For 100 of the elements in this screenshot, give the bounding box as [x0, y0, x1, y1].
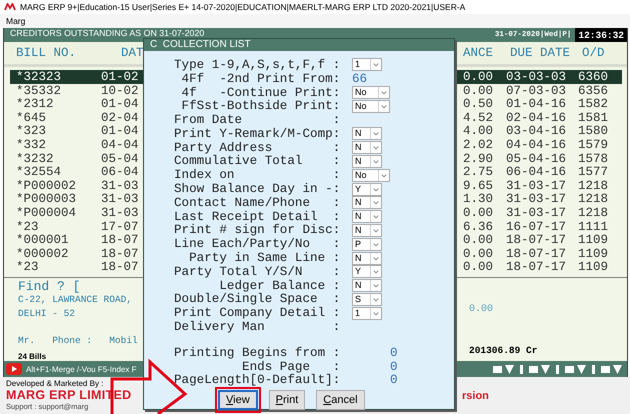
table-cell-text: *000001	[16, 233, 70, 248]
table-cell-text: 07-03-03	[506, 84, 568, 98]
table-cell-text: *2312	[16, 97, 55, 112]
table-cell-text: 04-04-16	[506, 138, 568, 152]
table-cell-text: 1580	[578, 124, 610, 138]
table-cell-text: *000002	[16, 246, 70, 261]
table-cell-text: 05-04-16	[506, 152, 568, 166]
table-cell-text: 31-03-17	[506, 206, 568, 220]
table-cell: 01-02	[101, 70, 139, 84]
table-cell-text: *32323	[16, 70, 62, 84]
table-cell: 17-07	[101, 220, 139, 234]
column-header: ANCE	[463, 46, 494, 60]
table-cell-text: 31-03-17	[506, 192, 568, 206]
table-cell-text: 0.00	[463, 84, 494, 98]
table-cell-text: 4.52	[463, 110, 494, 125]
table-cell-text: *3232	[16, 152, 55, 166]
field-label: Ends Page :	[242, 360, 342, 374]
table-cell: 01-04	[101, 124, 139, 138]
table-cell-text: 1582	[578, 97, 610, 112]
table-cell-text: 0.50	[463, 97, 494, 112]
field-label: PageLength[0-Default]:	[174, 373, 342, 388]
table-cell: 18-07	[101, 233, 139, 248]
table-cell: 06-04	[101, 165, 139, 180]
table-cell-text: 6360	[578, 70, 610, 84]
table-cell: 02-04	[101, 110, 139, 125]
field-value: 0	[390, 360, 398, 374]
clock: 12:36:32	[575, 28, 627, 42]
table-cell-text: 0.00	[463, 260, 494, 274]
field-label: Party Total Y/S/N :	[174, 264, 342, 279]
column-header: O/D	[582, 46, 606, 60]
contact-line: Mr. Phone : Mobil	[18, 334, 138, 348]
table-cell-text: 1218	[578, 192, 610, 206]
table-cell-text: *23	[16, 260, 40, 274]
window-title: MARG ERP 9+|Education-15 User|Series E+ 14-07-2020|EDUCATION|MAERLT-MARG ERP LTD 2020-2021|USER-A	[20, 2, 466, 12]
column-header: BILL NO.	[16, 46, 78, 60]
address-line: C-22, LAWRANCE ROAD,	[18, 293, 132, 307]
field-label: Index on :	[174, 168, 342, 182]
shortcut-hint: Alt+F1-Merge /-Vou F5-Index F	[26, 364, 136, 374]
table-cell-text: 1218	[578, 178, 610, 193]
table-cell-text: 1218	[578, 206, 610, 220]
field-label: Delivery Man :	[174, 320, 342, 334]
field-label: Print Y-Remark/M-Comp:	[174, 126, 342, 141]
field-label: Party Address :	[174, 140, 342, 155]
table-cell-text: 2.02	[463, 138, 494, 152]
table-cell-text: 1578	[578, 152, 610, 166]
table-cell-text: 18-07-17	[506, 260, 568, 274]
table-cell-text: *P000003	[16, 192, 78, 206]
field-label: Last Receipt Detail :	[174, 210, 342, 224]
version-text: rsion	[462, 390, 489, 402]
table-cell-text: 1581	[578, 110, 610, 125]
field-value: 0	[390, 373, 398, 388]
developer-label: Developed & Marketed By :	[6, 379, 104, 388]
table-cell-text: 02-04-16	[506, 110, 568, 125]
table-cell-text: 0.00	[463, 233, 494, 248]
table-cell-text: *332	[16, 138, 48, 152]
bill-count: 24 Bills	[18, 352, 46, 361]
report-title: CREDITORS OUTSTANDING AS ON 31-07-2020	[9, 28, 206, 38]
column-header: DUE DATE	[510, 46, 572, 60]
table-cell-text: 01-04-16	[506, 97, 568, 112]
table-cell-text: 4.00	[463, 124, 494, 138]
table-cell: 04-04	[101, 138, 139, 152]
table-cell-text: 18-07-17	[506, 233, 568, 248]
field-label: Commulative Total :	[174, 154, 342, 168]
table-cell: 10-02	[101, 84, 139, 98]
table-cell-text: *35332	[16, 84, 62, 98]
table-cell: 05-04	[101, 152, 139, 166]
dialog-title: C COLLECTION LIST	[144, 39, 454, 51]
table-cell-text: 1109	[578, 246, 610, 261]
table-cell-text: 03-04-16	[506, 124, 568, 138]
table-cell: 18-07	[101, 246, 139, 261]
field-label: Party in Same Line :	[188, 251, 342, 266]
field-label: Printing Begins from :	[174, 346, 342, 360]
table-cell: 31-03	[101, 178, 139, 193]
table-cell-text: 2.90	[463, 152, 494, 166]
field-label: Show Balance Day in -:	[174, 182, 342, 196]
field-label: Print Company Detail :	[174, 306, 342, 320]
table-cell-text: 1111	[578, 220, 610, 234]
table-cell: 01-04	[101, 97, 139, 112]
table-cell-text: 9.65	[463, 178, 494, 193]
table-cell-text: *323	[16, 124, 48, 138]
field-label: Double/Single Space :	[174, 292, 342, 306]
table-cell-text: 16-07-17	[506, 220, 568, 234]
field-label: Type 1-9,A,S,s,t,F,f :	[174, 58, 342, 72]
table-cell-text: 0.00	[463, 206, 494, 220]
column-header: DAT	[121, 46, 145, 60]
table-cell-text: *645	[16, 110, 48, 125]
balance-total: 201306.89 Cr	[469, 345, 538, 356]
table-cell-text: 6.36	[463, 220, 494, 234]
field-label: FfSst-Bothside Print:	[180, 99, 342, 114]
field-value: 0	[390, 346, 398, 360]
field-label: Line Each/Party/No :	[174, 237, 342, 252]
field-label: Print # sign for Disc:	[174, 223, 342, 238]
table-cell-text: 31-03-17	[506, 178, 568, 193]
table-cell-text: 0.00	[463, 70, 494, 84]
find-prompt: Find ? [	[18, 279, 80, 293]
table-cell-text: 06-04-16	[506, 165, 568, 180]
table-cell-text: 03-03-03	[506, 70, 568, 84]
table-cell-text: 0.00	[463, 246, 494, 261]
field-label: Contact Name/Phone :	[174, 196, 342, 210]
table-cell-text: 18-07-17	[506, 246, 568, 261]
